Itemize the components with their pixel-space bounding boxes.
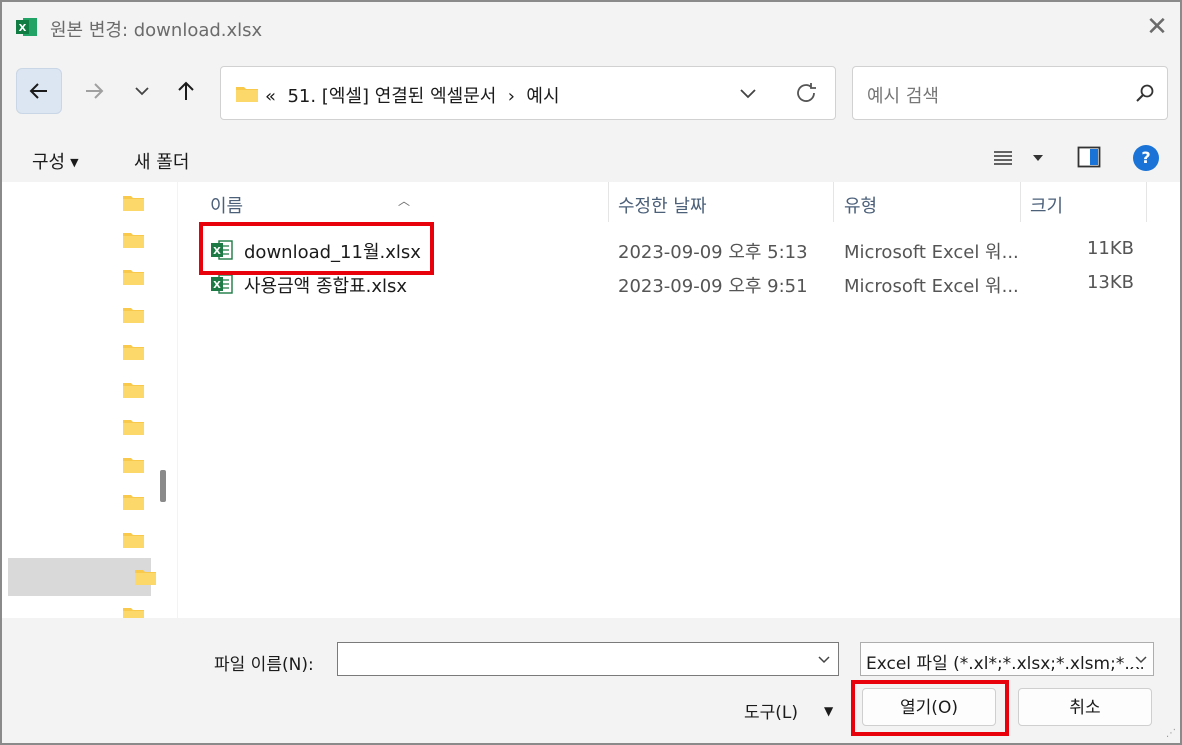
command-bar: 구성 ▼ 새 폴더 ?	[2, 134, 1180, 182]
file-date: 2023-09-09 오후 9:51	[618, 276, 808, 297]
refresh-icon[interactable]	[793, 80, 819, 106]
arrow-right-icon	[86, 83, 104, 99]
highlight-box-open	[851, 680, 1009, 736]
resize-grip-icon[interactable]: ⋰	[1166, 728, 1176, 739]
arrow-left-icon	[29, 83, 47, 99]
file-type: Microsoft Excel 워...	[844, 242, 1019, 263]
search-input[interactable]: 예시 검색	[867, 82, 939, 108]
folder-icon[interactable]	[122, 194, 145, 212]
caret-down-icon[interactable]: ▼	[824, 704, 833, 718]
column-divider[interactable]	[608, 182, 609, 222]
new-folder-button[interactable]: 새 폴더	[134, 148, 189, 174]
help-icon[interactable]: ?	[1133, 145, 1159, 171]
column-divider[interactable]	[1146, 182, 1147, 222]
up-button[interactable]	[164, 69, 208, 113]
organize-button[interactable]: 구성 ▼	[32, 148, 79, 174]
file-size: 11KB	[1086, 238, 1134, 259]
list-view-icon[interactable]	[992, 148, 1014, 168]
excel-app-icon: X	[16, 18, 37, 36]
column-divider[interactable]	[1020, 182, 1021, 222]
search-box[interactable]: 예시 검색	[852, 66, 1168, 120]
file-size: 13KB	[1086, 272, 1134, 293]
tools-button[interactable]: 도구(L)	[744, 698, 798, 723]
address-bar[interactable]: « 51. [엑셀] 연결된 엑셀문서 › 예시	[220, 66, 836, 120]
filename-label: 파일 이름(N):	[214, 655, 314, 675]
preview-pane-icon[interactable]	[1077, 146, 1101, 168]
caret-down-icon[interactable]	[1032, 153, 1044, 163]
recent-locations-button[interactable]	[120, 69, 164, 113]
file-list[interactable]: ︿ 이름 수정한 날짜 유형 크기 X download_11월.xlsx 20…	[178, 182, 1180, 618]
organize-label: 구성	[32, 152, 66, 173]
chevron-down-icon[interactable]	[1129, 651, 1149, 667]
chevron-down-icon[interactable]	[735, 80, 761, 106]
title-bar: X 원본 변경: download.xlsx ✕	[2, 2, 1180, 52]
search-icon	[1136, 84, 1154, 102]
folder-icon[interactable]	[122, 306, 145, 324]
column-size[interactable]: 크기	[1030, 192, 1063, 218]
column-headers: ︿ 이름 수정한 날짜 유형 크기	[178, 182, 1180, 222]
column-name[interactable]: 이름	[210, 192, 243, 218]
dialog-footer: 파일 이름(N): Excel 파일 (*.xl*;*.xlsx;*.xlsm;…	[2, 618, 1180, 743]
folder-icon[interactable]	[122, 418, 145, 436]
filename-input[interactable]	[337, 642, 839, 676]
caret-down-icon: ▼	[70, 156, 79, 169]
folder-icon[interactable]	[122, 493, 145, 511]
breadcrumb[interactable]: « 51. [엑셀] 연결된 엑셀문서 › 예시	[265, 82, 560, 108]
open-file-dialog: X 원본 변경: download.xlsx ✕ « 51. [엑셀] 연결된 …	[0, 0, 1182, 745]
folder-icon[interactable]	[122, 343, 145, 361]
highlight-box-file	[199, 222, 434, 275]
chevron-down-icon	[135, 87, 149, 96]
excel-file-icon: X	[211, 274, 233, 294]
folder-icon[interactable]	[122, 456, 145, 474]
svg-text:X: X	[213, 280, 221, 291]
navigation-pane[interactable]	[2, 182, 177, 623]
folder-icon[interactable]	[134, 568, 157, 586]
folder-icon[interactable]	[122, 381, 145, 399]
sort-ascending-icon: ︿	[398, 194, 411, 208]
file-date: 2023-09-09 오후 5:13	[618, 242, 808, 263]
folder-icon[interactable]	[122, 531, 145, 549]
filetype-value[interactable]: Excel 파일 (*.xl*;*.xlsx;*.xlsm;*.xl	[866, 649, 1145, 674]
folder-icon[interactable]	[122, 231, 145, 249]
file-name[interactable]: 사용금액 종합표.xlsx	[244, 272, 407, 298]
arrow-up-icon	[178, 81, 194, 100]
window-title: 원본 변경: download.xlsx	[50, 20, 263, 41]
column-divider[interactable]	[833, 182, 834, 222]
tree-item-selected[interactable]	[8, 558, 151, 596]
file-type: Microsoft Excel 워...	[844, 276, 1019, 297]
cancel-button[interactable]: 취소	[1018, 688, 1152, 726]
folder-icon[interactable]	[122, 268, 145, 286]
svg-text:X: X	[19, 23, 27, 34]
chevron-down-icon[interactable]	[816, 651, 832, 667]
column-type[interactable]: 유형	[844, 192, 877, 218]
forward-button[interactable]	[72, 69, 116, 113]
column-date[interactable]: 수정한 날짜	[618, 192, 707, 218]
close-icon[interactable]: ✕	[1142, 12, 1172, 42]
filetype-select[interactable]: Excel 파일 (*.xl*;*.xlsx;*.xlsm;*.xl	[860, 642, 1154, 676]
tree-scrollbar[interactable]	[160, 470, 166, 502]
back-button[interactable]	[16, 68, 62, 114]
folder-icon	[236, 87, 258, 102]
